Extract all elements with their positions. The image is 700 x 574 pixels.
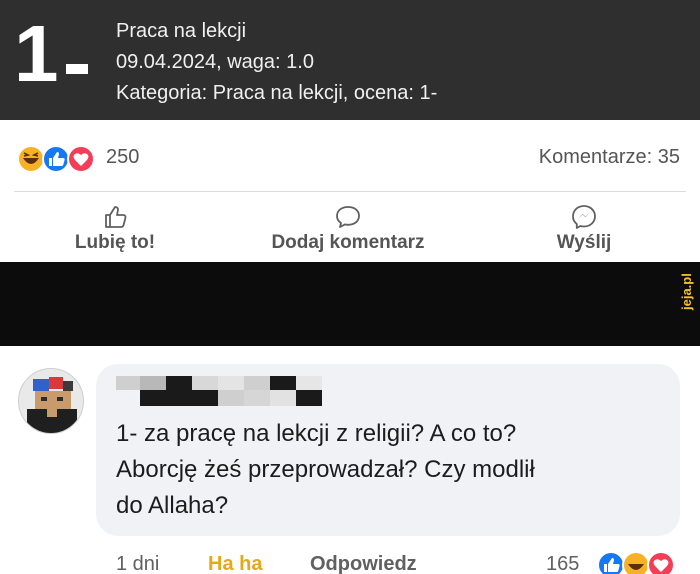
- comment-time[interactable]: 1 dni: [116, 553, 159, 574]
- grade-title: Praca na lekcji: [116, 20, 247, 42]
- love-icon: [647, 551, 675, 574]
- post-stats: 250 Komentarze: 35: [0, 122, 700, 192]
- divider: [14, 191, 686, 192]
- reply-button[interactable]: Odpowiedz: [310, 553, 417, 574]
- comment-reaction-button[interactable]: Ha ha: [208, 553, 262, 574]
- add-comment-button[interactable]: Dodaj komentarz: [246, 196, 450, 264]
- redaction-bar: [0, 262, 700, 346]
- post-reaction-icons[interactable]: [16, 144, 100, 174]
- grade-header: 1 Praca na lekcji 09.04.2024, waga: 1.0 …: [0, 0, 700, 120]
- comment-text-line: Aborcję żeś przeprowadzał? Czy modlił: [116, 456, 535, 483]
- grade-category: Kategoria: Praca na lekcji, ocena: 1-: [116, 82, 438, 104]
- commenter-name-pixelated[interactable]: [116, 376, 326, 406]
- grade-value: 1: [14, 9, 58, 98]
- watermark: jeja.pl: [679, 273, 694, 311]
- comment-reactions-count[interactable]: 165: [546, 553, 579, 574]
- like-label: Lubię to!: [74, 232, 156, 253]
- thumbs-up-icon: [105, 206, 127, 228]
- reactions-count[interactable]: 250: [106, 146, 139, 169]
- avatar-image: [19, 369, 83, 433]
- comment-text-line: do Allaha?: [116, 492, 229, 519]
- comment-footer: 1 dni Ha ha Odpowiedz 165: [0, 548, 700, 574]
- add-comment-label: Dodaj komentarz: [271, 232, 425, 253]
- comment-text: 1- za pracę na lekcji z religii? A co to…: [116, 416, 636, 524]
- haha-icon: [622, 551, 650, 574]
- grade-date-weight: 09.04.2024, waga: 1.0: [116, 51, 314, 73]
- avatar[interactable]: [18, 368, 84, 434]
- love-icon: [67, 145, 95, 173]
- post-actions: Lubię to! Dodaj komentarz Wyślij: [0, 196, 700, 264]
- comments-count[interactable]: Komentarze: 35: [539, 146, 680, 169]
- like-icon: [597, 551, 625, 574]
- grade-info: Praca na lekcji 09.04.2024, waga: 1.0 Ka…: [116, 16, 437, 109]
- comment-reaction-icons[interactable]: [596, 550, 680, 574]
- haha-icon: [17, 145, 45, 173]
- comment-bubble: 1- za pracę na lekcji z religii? A co to…: [96, 364, 680, 536]
- send-label: Wyślij: [556, 232, 612, 253]
- messenger-icon: [572, 205, 596, 229]
- comment-icon: [336, 206, 360, 228]
- like-icon: [42, 145, 70, 173]
- like-button[interactable]: Lubię to!: [60, 196, 170, 264]
- grade-minus-sign: [66, 64, 88, 74]
- comment-text-line: 1- za pracę na lekcji z religii? A co to…: [116, 420, 517, 447]
- send-button[interactable]: Wyślij: [540, 196, 628, 264]
